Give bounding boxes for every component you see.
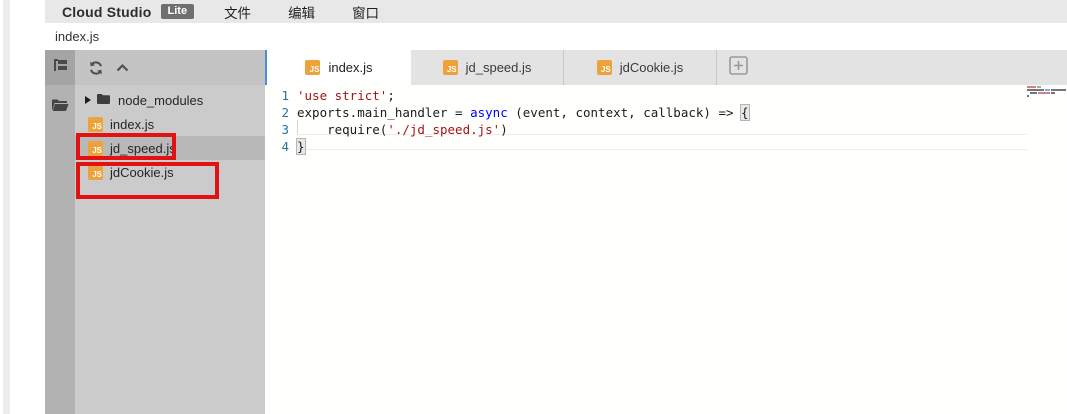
minimap-segment: [1030, 92, 1037, 94]
minimap-segment: [1051, 92, 1055, 94]
tree-item-label: index.js: [110, 117, 154, 132]
plus-square-icon: [729, 56, 748, 80]
file-explorer-panel: node_modules JS index.js JS jd_speed.js JS jdC…: [75, 50, 265, 414]
code-line-4[interactable]: 4}: [265, 138, 1067, 155]
token-plain: ): [500, 122, 508, 137]
collapse-all-icon[interactable]: [115, 62, 130, 74]
menu-item-1[interactable]: 编辑: [288, 2, 315, 22]
new-tab-button[interactable]: [717, 50, 759, 85]
minimap-segment: [1027, 89, 1044, 91]
token-string: './jd_speed.js': [387, 122, 500, 137]
js-file-icon: JS: [305, 60, 320, 75]
explorer-view-button[interactable]: [45, 50, 75, 85]
line-number: 4: [265, 138, 289, 155]
folder-icon: [96, 93, 111, 108]
folder-icon: [51, 98, 69, 117]
line-number: 1: [265, 87, 289, 104]
tree-view-icon: [52, 57, 69, 78]
refresh-icon[interactable]: [88, 60, 104, 76]
js-file-icon: JS: [443, 60, 458, 75]
editor-group: JS index.js JS jd_speed.js JS jdCookie.js 1 'u…: [265, 50, 1067, 414]
token-plain: (event, context, callback) =>: [508, 105, 741, 120]
js-file-icon: JS: [88, 117, 103, 132]
activity-bar: [45, 50, 75, 414]
main-area: node_modules JS index.js JS jd_speed.js JS jdC…: [45, 50, 1067, 414]
code-editor[interactable]: 1 'use strict'; 2 exports.main_handler = as…: [265, 85, 1067, 414]
cloud-studio-app: Cloud Studio Lite 文件 编辑 窗口 index.js: [45, 0, 1067, 414]
token-plain: exports.main_handler =: [297, 105, 470, 120]
breadcrumb-bar: index.js: [45, 23, 1067, 50]
minimap-line-1: [1027, 86, 1067, 88]
tree-item-label: jdCookie.js: [110, 165, 174, 180]
minimap-segment: [1045, 89, 1050, 91]
js-file-icon: JS: [597, 60, 612, 75]
collapsed-arrow-icon: [85, 96, 91, 104]
breadcrumb: index.js: [55, 29, 99, 44]
tab-jd_speed-js[interactable]: JS jd_speed.js: [411, 50, 564, 85]
tab-bar: JS index.js JS jd_speed.js JS jdCookie.js: [265, 50, 1067, 85]
code-text: exports.main_handler = async (event, con…: [297, 104, 749, 121]
tree-item-label: node_modules: [118, 93, 203, 108]
tab-jdcookie-js[interactable]: JS jdCookie.js: [564, 50, 717, 85]
lite-badge: Lite: [161, 4, 195, 19]
tree-item-label: jd_speed.js: [110, 141, 176, 156]
minimap[interactable]: [1027, 86, 1067, 98]
code-text: require('./jd_speed.js'): [297, 121, 508, 138]
file-tree: node_modules JS index.js JS jd_speed.js JS jdC…: [75, 85, 265, 184]
token-string: 'use strict': [297, 88, 387, 103]
minimap-segment: [1027, 95, 1029, 97]
code-line-2[interactable]: 2 exports.main_handler = async (event, co…: [265, 104, 1067, 121]
line-number: 2: [265, 104, 289, 121]
line-number: 3: [265, 121, 289, 138]
code-line-1[interactable]: 1 'use strict';: [265, 87, 1067, 104]
token-keyword: async: [470, 105, 508, 120]
menu-items: 文件 编辑 窗口: [224, 2, 416, 22]
menu-bar: Cloud Studio Lite 文件 编辑 窗口: [45, 0, 1067, 23]
token-bracket: {: [741, 105, 749, 120]
minimap-line-4: [1027, 95, 1067, 97]
minimap-line-3: [1027, 92, 1067, 94]
token-plain: ;: [387, 88, 395, 103]
token-plain: require(: [297, 122, 387, 137]
js-file-icon: JS: [88, 165, 103, 180]
app-title: Cloud Studio: [62, 4, 152, 20]
tree-item-jdcookie-js[interactable]: JS jdCookie.js: [75, 160, 265, 184]
tab-label: index.js: [328, 60, 372, 75]
minimap-segment: [1051, 89, 1066, 91]
js-file-icon: JS: [88, 141, 103, 156]
minimap-segment: [1027, 92, 1029, 94]
minimap-segment: [1038, 92, 1050, 94]
explorer-toolbar: [75, 50, 265, 85]
code-text: }: [297, 138, 305, 155]
tab-index-js[interactable]: JS index.js: [265, 50, 411, 85]
tree-item-node_modules[interactable]: node_modules: [75, 88, 265, 112]
left-scrollbar-strip[interactable]: [3, 0, 10, 414]
menu-item-0[interactable]: 文件: [224, 2, 251, 22]
code-line-3[interactable]: 3 require('./jd_speed.js'): [265, 121, 1067, 138]
token-bracket: }: [297, 139, 305, 154]
tab-label: jdCookie.js: [620, 60, 684, 75]
tree-item-index-js[interactable]: JS index.js: [75, 112, 265, 136]
code-lines: 1 'use strict'; 2 exports.main_handler = as…: [265, 85, 1067, 155]
tree-item-jd_speed-js[interactable]: JS jd_speed.js: [75, 136, 265, 160]
files-view-button[interactable]: [45, 85, 75, 129]
tab-label: jd_speed.js: [466, 60, 532, 75]
code-text: 'use strict';: [297, 87, 395, 104]
page: Cloud Studio Lite 文件 编辑 窗口 index.js: [0, 0, 1067, 414]
menu-item-2[interactable]: 窗口: [352, 2, 379, 22]
minimap-segment: [1037, 86, 1041, 88]
minimap-line-2: [1027, 89, 1067, 91]
minimap-segment: [1027, 86, 1036, 88]
